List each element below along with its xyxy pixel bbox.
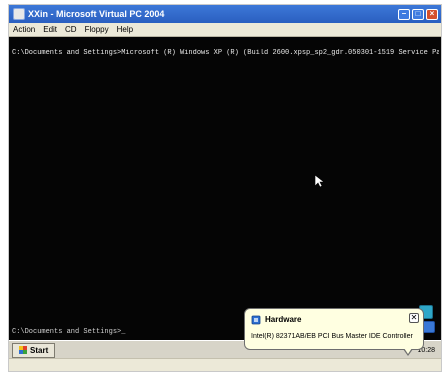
console-prompt-line: C:\Documents and Settings>_ — [12, 328, 126, 336]
hardware-notification-balloon[interactable]: Hardware ✕ Intel(R) 82371AB/EB PCI Bus M… — [244, 308, 424, 356]
menu-cd[interactable]: CD — [61, 25, 81, 34]
virtual-pc-icon — [13, 8, 25, 20]
title-bar[interactable]: XXin - Microsoft Virtual PC 2004 – □ × — [9, 5, 441, 23]
minimize-button[interactable]: – — [398, 8, 410, 20]
balloon-message: Intel(R) 82371AB/EB PCI Bus Master IDE C… — [251, 333, 413, 340]
status-bar — [9, 358, 441, 371]
balloon-tail — [403, 348, 413, 356]
menu-bar: Action Edit CD Floppy Help — [9, 23, 441, 37]
menu-action[interactable]: Action — [9, 25, 39, 34]
mouse-pointer-icon — [315, 175, 324, 188]
close-button[interactable]: × — [426, 8, 438, 20]
menu-floppy[interactable]: Floppy — [81, 25, 113, 34]
menu-help[interactable]: Help — [113, 25, 137, 34]
start-button[interactable]: Start — [12, 342, 56, 358]
console-command-line: C:\Documents and Settings>Microsoft (R) … — [12, 49, 439, 57]
menu-edit[interactable]: Edit — [39, 25, 61, 34]
balloon-title: Hardware — [265, 315, 302, 324]
balloon-close-button[interactable]: ✕ — [409, 313, 419, 323]
window-controls: – □ × — [398, 8, 438, 20]
window-title: XXin - Microsoft Virtual PC 2004 — [28, 9, 165, 19]
maximize-button[interactable]: □ — [412, 8, 424, 20]
windows-flag-icon — [19, 346, 27, 354]
console-screen[interactable]: C:\Documents and Settings>Microsoft (R) … — [9, 37, 441, 342]
hardware-icon — [251, 315, 261, 325]
start-label: Start — [30, 345, 49, 355]
